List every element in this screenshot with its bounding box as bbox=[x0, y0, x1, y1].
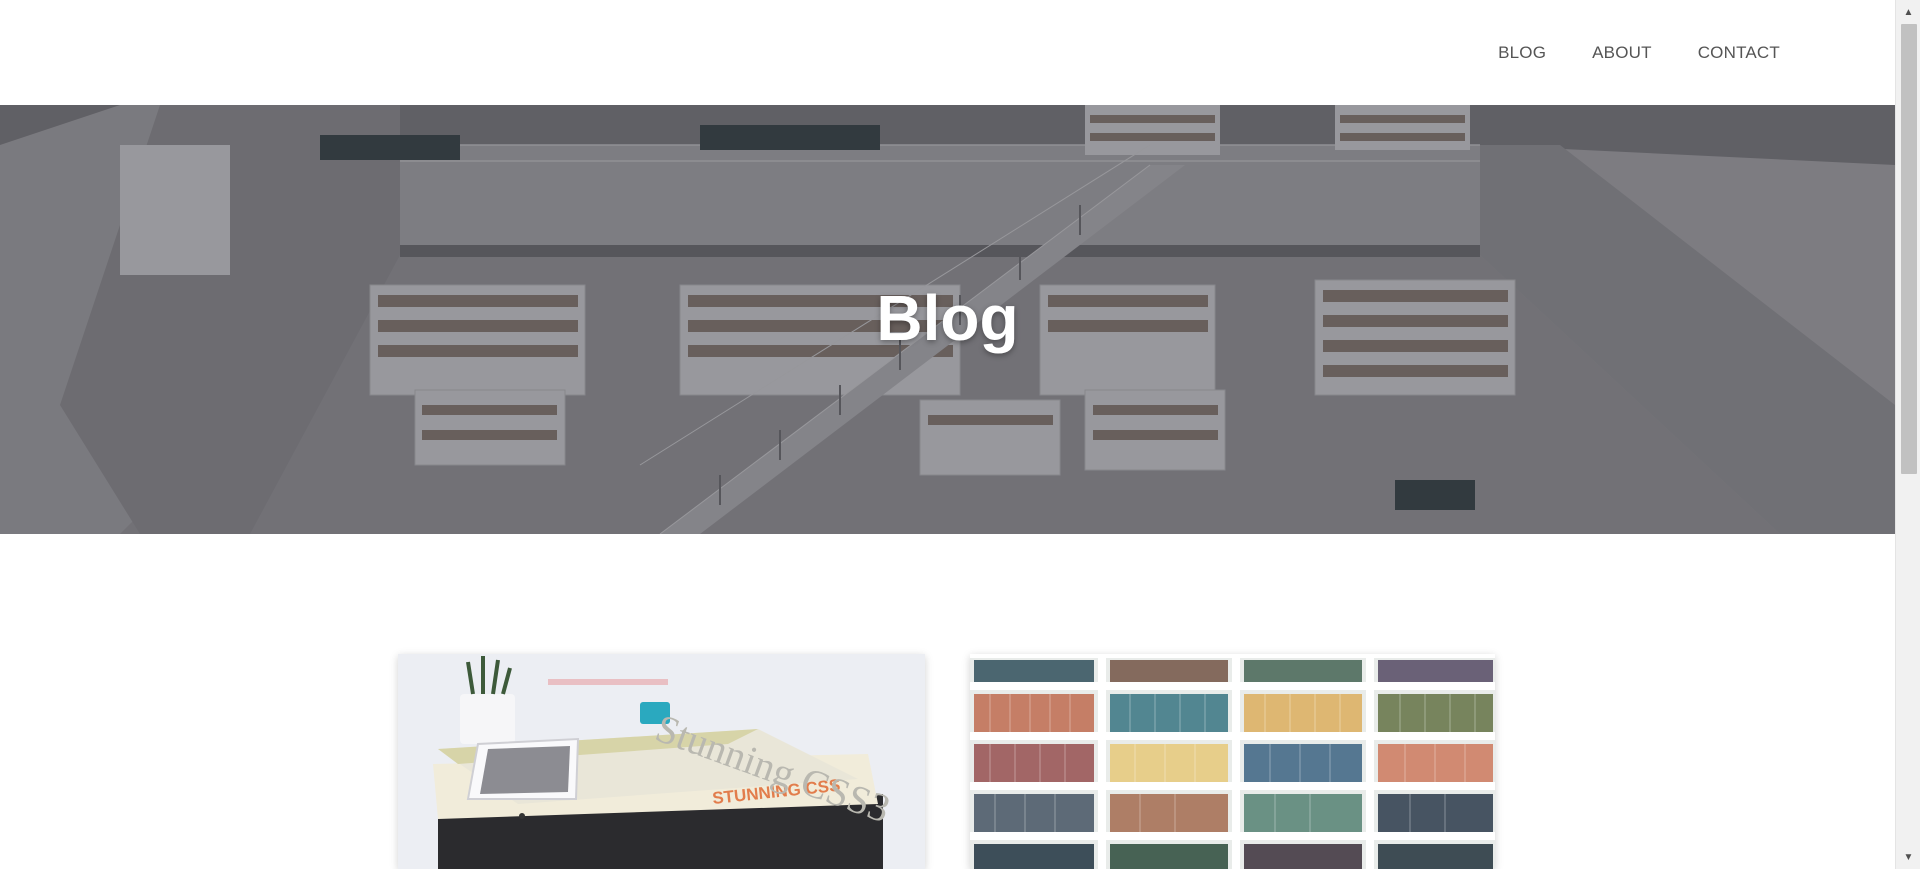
scroll-up-arrow-icon[interactable]: ▲ bbox=[1896, 2, 1920, 22]
hero-banner: Blog bbox=[0, 105, 1895, 534]
scroll-down-arrow-icon[interactable]: ▼ bbox=[1896, 847, 1920, 867]
nav-link-contact[interactable]: CONTACT bbox=[1698, 43, 1780, 63]
scrollbar-thumb[interactable] bbox=[1901, 24, 1917, 474]
blog-post-card[interactable]: STUNNING CSS Stunning CSS3 bbox=[398, 654, 925, 869]
nav-link-about[interactable]: ABOUT bbox=[1592, 43, 1652, 63]
page: BLOG ABOUT CONTACT Blog STUNNING CSS Stu… bbox=[0, 0, 1895, 869]
vertical-scrollbar[interactable]: ▲ ▼ bbox=[1895, 0, 1920, 869]
bookshelves-image bbox=[970, 654, 1495, 869]
hero-title: Blog bbox=[876, 282, 1019, 354]
blog-post-card[interactable] bbox=[970, 654, 1495, 869]
site-header: BLOG ABOUT CONTACT bbox=[0, 0, 1895, 105]
books-and-phone-image: STUNNING CSS Stunning CSS3 bbox=[398, 654, 925, 869]
main-nav: BLOG ABOUT CONTACT bbox=[1498, 43, 1780, 63]
nav-link-blog[interactable]: BLOG bbox=[1498, 43, 1546, 63]
